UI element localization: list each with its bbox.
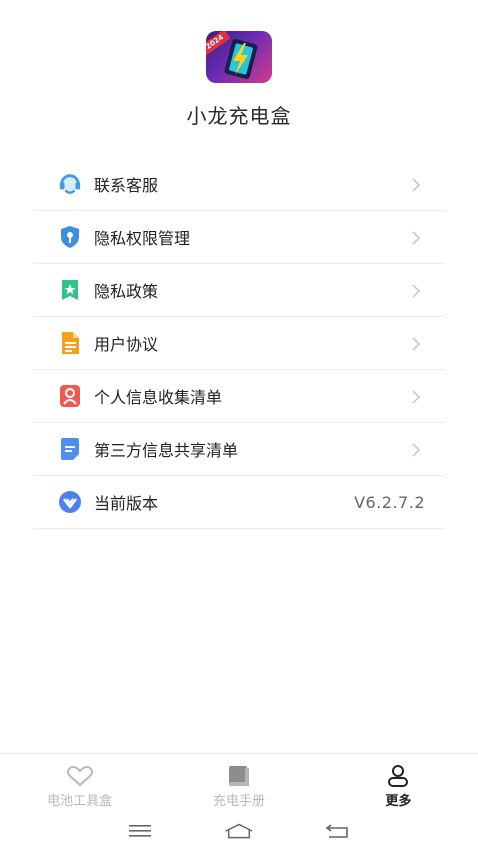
tab-charging-manual[interactable]: 充电手册 [159,754,318,811]
bookmark-star-icon [58,278,82,302]
menu-item-third-party-sharing[interactable]: 第三方信息共享清单 [33,423,445,476]
shield-icon [58,225,82,249]
menu-label: 当前版本 [94,494,159,513]
menu-item-user-agreement[interactable]: 用户协议 [33,317,445,370]
tab-label: 电池工具盒 [47,794,113,809]
settings-menu: 联系客服 隐私权限管理 隐私政策 用户协议 个人信息收集清单 第三方信息共享清单… [33,158,445,529]
headset-icon [58,172,82,196]
menu-label: 隐私权限管理 [94,229,191,248]
menu-item-contact-service[interactable]: 联系客服 [33,158,445,211]
chevron-right-icon [411,336,421,351]
person-card-icon [58,384,82,408]
tab-label: 充电手册 [212,794,265,809]
menu-label: 联系客服 [94,176,159,195]
tab-battery-toolbox[interactable]: 电池工具盒 [0,754,159,811]
chevron-right-icon [411,389,421,404]
app-name: 小龙充电盒 [186,104,292,128]
chevron-right-icon [411,283,421,298]
document-icon [58,331,82,355]
menu-item-privacy-permissions[interactable]: 隐私权限管理 [33,211,445,264]
heart-icon [66,764,94,788]
user-icon [384,764,412,788]
tab-more[interactable]: 更多 [319,754,478,811]
menu-item-current-version[interactable]: 当前版本 V6.2.7.2 [33,476,445,529]
back-icon[interactable] [323,821,353,841]
menu-icon[interactable] [125,821,155,841]
app-header: 2024 小龙充电盒 [0,0,478,140]
menu-item-privacy-policy[interactable]: 隐私政策 [33,264,445,317]
menu-label: 隐私政策 [94,282,159,301]
book-icon [225,764,253,788]
app-logo: 2024 [206,31,272,83]
note-icon [58,437,82,461]
chevron-right-icon [411,177,421,192]
home-icon[interactable] [224,821,254,841]
menu-label: 用户协议 [94,335,159,354]
tab-label: 更多 [385,794,412,809]
menu-label: 第三方信息共享清单 [94,441,239,460]
menu-label: 个人信息收集清单 [94,388,223,407]
version-value: V6.2.7.2 [354,492,425,512]
system-nav-bar [0,811,478,850]
bottom-tab-bar: 电池工具盒 充电手册 更多 [0,753,478,811]
menu-item-personal-info-list[interactable]: 个人信息收集清单 [33,370,445,423]
chevron-right-icon [411,442,421,457]
version-icon [58,490,82,514]
chevron-right-icon [411,230,421,245]
